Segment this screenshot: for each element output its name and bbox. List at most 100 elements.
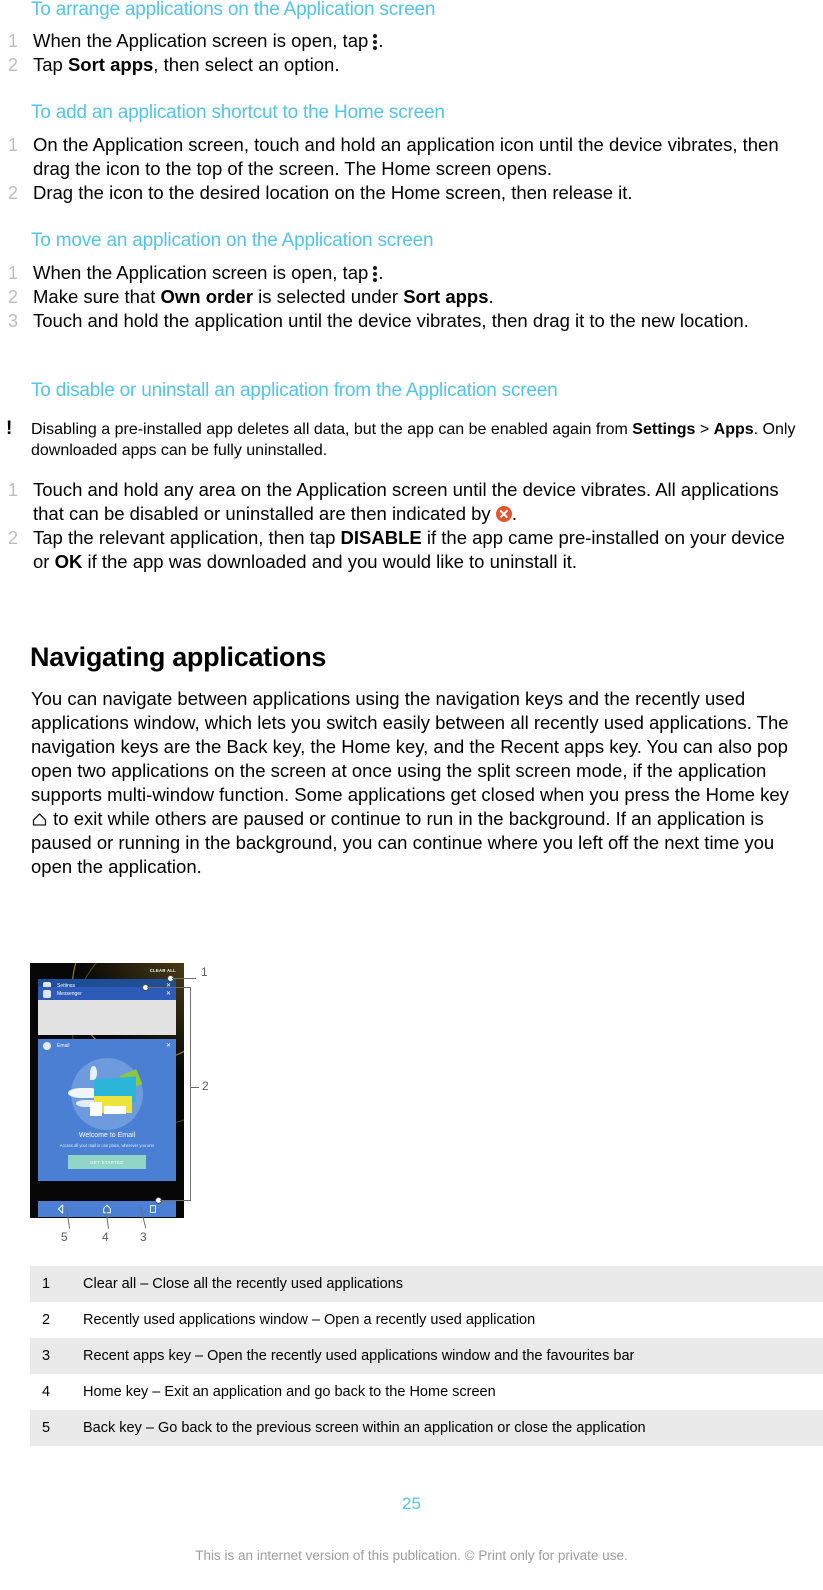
table-row: 4 Home key – Exit an application and go … xyxy=(30,1374,823,1410)
list-item: 1 When the Application screen is open, t… xyxy=(8,29,798,53)
step-text-lead: Make sure that xyxy=(33,286,161,307)
step-number: 2 xyxy=(8,183,19,203)
step-number: 2 xyxy=(8,287,19,307)
legend-number: 2 xyxy=(30,1302,79,1338)
close-icon[interactable]: ✕ xyxy=(166,991,171,997)
navigating-paragraph: You can navigate between applications us… xyxy=(31,687,796,879)
note-text: Disabling a pre-installed app deletes al… xyxy=(31,419,806,461)
step-text-tail: , then select an option. xyxy=(153,54,340,75)
paragraph-part-2: to exit while others are paused or conti… xyxy=(31,808,775,877)
email-icon xyxy=(43,1041,51,1050)
page-title-navigating-applications: Navigating applications xyxy=(30,642,327,672)
section-heading-arrange-applications: To arrange applications on the Applicati… xyxy=(31,0,436,20)
section-heading-disable-uninstall: To disable or uninstall an application f… xyxy=(31,380,558,401)
step-text: Drag the icon to the desired location on… xyxy=(33,182,633,203)
legend-number: 5 xyxy=(30,1410,79,1446)
step-text-emphasis-2: OK xyxy=(54,551,83,572)
card-title-bar: Messenger ✕ xyxy=(38,987,176,1000)
step-text: When the Application screen is open, tap… xyxy=(33,29,798,53)
step-text-emphasis: DISABLE xyxy=(340,527,422,548)
list-item: 2 Tap the relevant application, then tap… xyxy=(8,526,798,574)
x-circle-icon xyxy=(495,506,512,522)
exclamation-icon: ! xyxy=(6,418,13,439)
step-number: 1 xyxy=(8,135,19,155)
callout-number-2: 2 xyxy=(202,1079,209,1093)
legend-description: Home key – Exit an application and go ba… xyxy=(79,1374,823,1410)
note-text-bold1: Settings xyxy=(632,421,696,438)
back-key-icon[interactable] xyxy=(56,1204,66,1214)
callout-leader-2-mid xyxy=(191,1087,199,1088)
email-welcome-title: Welcome to Email xyxy=(78,1132,136,1139)
table-row: 3 Recent apps key – Open the recently us… xyxy=(30,1338,823,1374)
procedure-list-add-shortcut: 1 On the Application screen, touch and h… xyxy=(8,133,798,205)
note-text-part2: > xyxy=(695,421,714,438)
callout-marker-1 xyxy=(167,975,174,982)
step-number: 1 xyxy=(8,480,19,500)
illustration-swoosh xyxy=(68,1088,94,1098)
step-text-emphasis-2: Sort apps xyxy=(403,286,489,307)
step-number: 1 xyxy=(8,263,19,283)
list-item: 2 Tap Sort apps, then select an option. xyxy=(8,53,798,77)
legend-description: Recent apps key – Open the recently used… xyxy=(79,1338,823,1374)
card-preview-body xyxy=(38,1000,176,1035)
table-row: 1 Clear all – Close all the recently use… xyxy=(30,1266,823,1302)
callout-number-4: 4 xyxy=(102,1230,109,1244)
list-item: 1 When the Application screen is open, t… xyxy=(8,261,798,285)
email-welcome-subtitle: Access all your mail in one place, where… xyxy=(59,1143,155,1148)
step-text-emphasis: Own order xyxy=(160,286,254,307)
step-text-tail: . xyxy=(511,503,517,524)
callout-marker-2-top xyxy=(142,984,149,991)
step-text-tail: if the app was downloaded and you would … xyxy=(82,551,578,572)
list-item: 1 On the Application screen, touch and h… xyxy=(8,133,798,181)
step-text-tail: . xyxy=(488,286,494,307)
step-text-lead: Touch and hold any area on the Applicati… xyxy=(33,479,779,524)
card-title: Email xyxy=(57,1042,70,1049)
legend-description: Back key – Go back to the previous scree… xyxy=(79,1410,823,1446)
illustration-leaf xyxy=(90,1066,97,1080)
home-key-icon[interactable] xyxy=(102,1204,112,1214)
note-callout: ! Disabling a pre-installed app deletes … xyxy=(6,419,806,461)
step-text: When the Application screen is open, tap… xyxy=(33,261,798,285)
note-text-part1: Disabling a pre-installed app deletes al… xyxy=(31,421,633,438)
section-heading-move-application: To move an application on the Applicatio… xyxy=(31,230,434,251)
section-heading-add-shortcut: To add an application shortcut to the Ho… xyxy=(31,102,445,123)
step-text: Tap the relevant application, then tap D… xyxy=(33,526,798,574)
step-text-emphasis: Sort apps xyxy=(67,54,154,75)
step-number: 2 xyxy=(8,55,19,75)
page-number: 25 xyxy=(402,1494,421,1513)
callout-leader-2-top xyxy=(147,986,191,988)
recent-app-card-messenger[interactable]: Messenger ✕ xyxy=(38,987,176,1035)
illustration-card-white-2 xyxy=(104,1106,126,1114)
recent-apps-key-icon[interactable] xyxy=(148,1204,158,1214)
step-number: 3 xyxy=(8,311,19,331)
manual-page: To arrange applications on the Applicati… xyxy=(0,0,823,1590)
callout-marker-2-bottom xyxy=(155,1197,162,1204)
card-title: Messenger xyxy=(57,990,82,997)
recent-app-card-email[interactable]: Email ✕ Welcome to Email Access all your… xyxy=(38,1039,176,1181)
step-text: Touch and hold any area on the Applicati… xyxy=(33,478,798,526)
step-number: 1 xyxy=(8,31,19,51)
card-title-bar: Email ✕ xyxy=(38,1039,176,1052)
step-number: 2 xyxy=(8,528,19,548)
callout-number-1: 1 xyxy=(201,965,208,979)
procedure-list-disable: 1 Touch and hold any area on the Applica… xyxy=(8,478,798,574)
list-item: 2 Drag the icon to the desired location … xyxy=(8,181,798,205)
step-text: On the Application screen, touch and hol… xyxy=(33,134,779,179)
home-key-icon xyxy=(32,813,47,826)
legend-description: Recently used applications window – Open… xyxy=(79,1302,823,1338)
get-started-button[interactable]: GET STARTED xyxy=(68,1155,146,1169)
close-icon[interactable]: ✕ xyxy=(166,1043,171,1049)
table-row: 2 Recently used applications window – Op… xyxy=(30,1302,823,1338)
step-text-tail: . xyxy=(378,30,384,51)
list-item: 2 Make sure that Own order is selected u… xyxy=(8,285,798,309)
procedure-list-arrange: 1 When the Application screen is open, t… xyxy=(8,29,798,77)
clear-all-button[interactable]: CLEAR ALL xyxy=(150,968,176,973)
step-text: Touch and hold the application until the… xyxy=(33,310,749,331)
legend-number: 1 xyxy=(30,1266,79,1302)
callout-number-3: 3 xyxy=(140,1230,147,1244)
illustration-card-white xyxy=(90,1102,102,1116)
overflow-menu-icon xyxy=(373,265,378,282)
legend-table: 1 Clear all – Close all the recently use… xyxy=(30,1266,823,1446)
step-text-lead: Tap the relevant application, then tap xyxy=(33,527,341,548)
note-text-bold2: Apps xyxy=(713,421,754,438)
